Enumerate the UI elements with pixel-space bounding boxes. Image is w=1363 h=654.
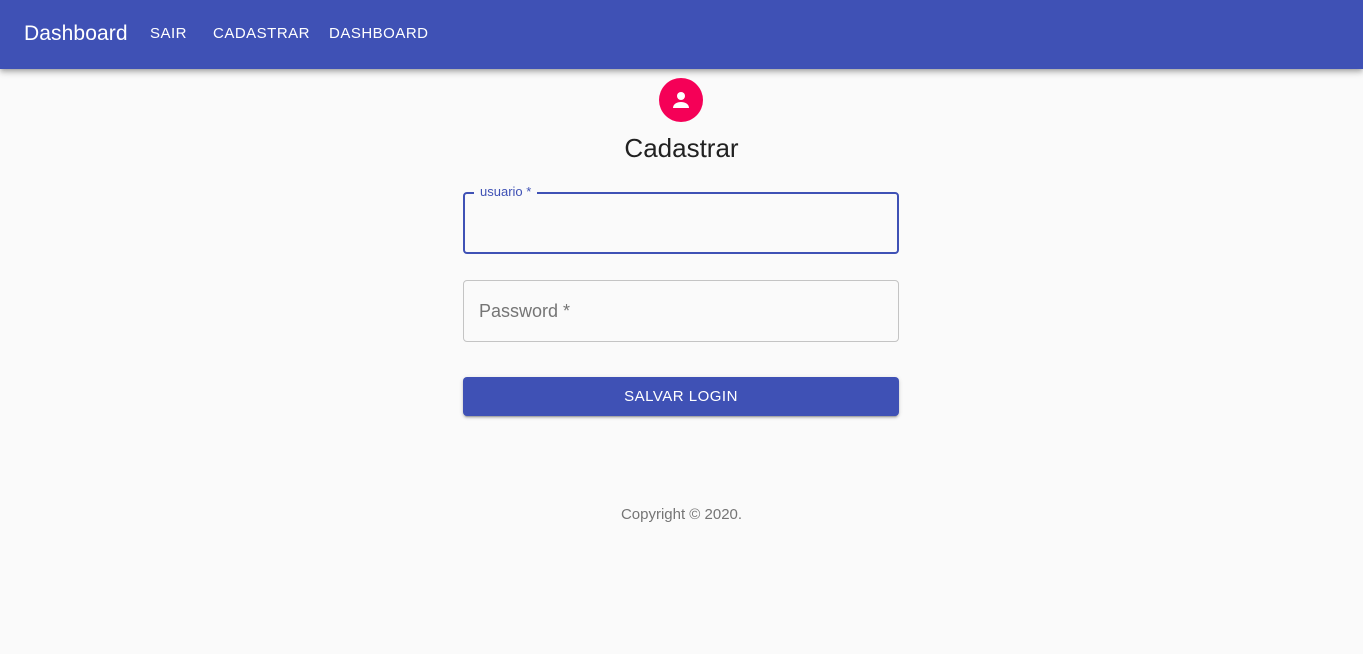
usuario-field: usuario *: [463, 184, 899, 254]
salvar-login-button[interactable]: SALVAR LOGIN: [463, 377, 899, 416]
page-title: Cadastrar: [624, 133, 739, 163]
avatar: [659, 78, 703, 122]
nav-cadastrar-button[interactable]: CADASTRAR: [213, 25, 310, 43]
usuario-input[interactable]: [465, 194, 897, 252]
copyright-text: Copyright © 2020.: [620, 506, 743, 523]
nav-sair-button[interactable]: SAIR: [150, 25, 187, 43]
person-icon: [673, 92, 689, 108]
app-bar: Dashboard SAIR CADASTRAR DASHBOARD: [0, 0, 1363, 69]
app-title: Dashboard: [24, 22, 128, 45]
password-field: Password *: [463, 280, 899, 342]
password-input[interactable]: [464, 281, 898, 341]
nav-dashboard-button[interactable]: DASHBOARD: [329, 25, 429, 43]
